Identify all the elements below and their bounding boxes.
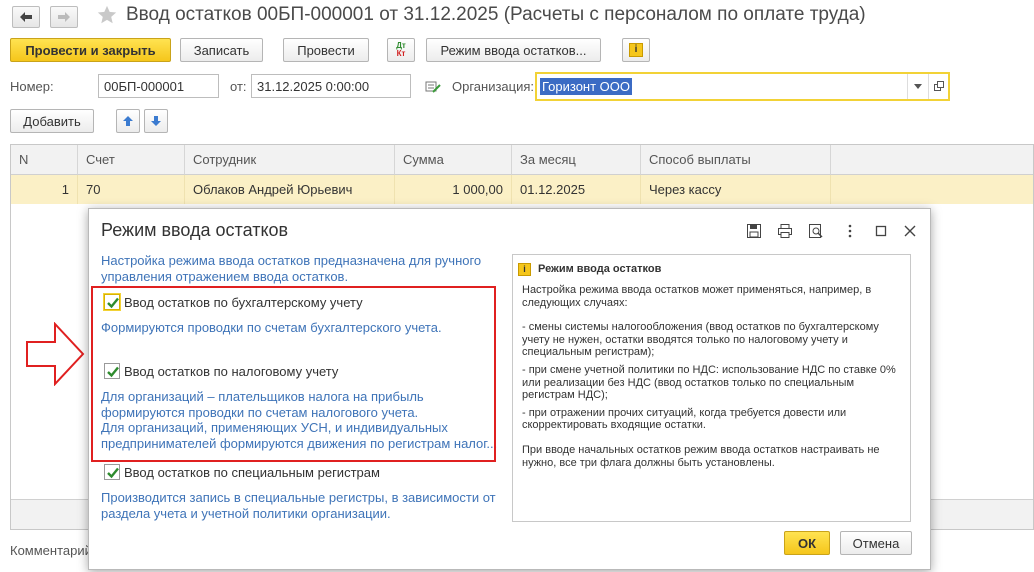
close-icon[interactable] <box>902 223 918 239</box>
comment-label: Комментарий <box>10 543 92 558</box>
help-panel: i Режим ввода остатков Настройка режима … <box>512 254 911 522</box>
organization-dropdown-button[interactable] <box>907 74 927 99</box>
number-label: Номер: <box>10 79 54 94</box>
cell-payment[interactable]: Через кассу <box>641 175 831 204</box>
info-icon: i <box>629 43 643 57</box>
column-header-month[interactable]: За месяц <box>512 145 641 175</box>
document-edit-icon[interactable] <box>425 80 441 97</box>
cell-empty <box>831 175 1033 204</box>
special-registers-description: Производится запись в специальные регист… <box>101 490 496 521</box>
forward-button[interactable] <box>50 6 78 28</box>
dt-kt-button[interactable]: Дт Кт <box>387 38 415 62</box>
move-down-button[interactable] <box>144 109 168 133</box>
save-button[interactable]: Записать <box>180 38 263 62</box>
dt-kt-icon: Дт Кт <box>396 41 406 58</box>
arrow-right-icon <box>58 12 70 22</box>
column-header-payment[interactable]: Способ выплаты <box>641 145 831 175</box>
organization-field[interactable]: Горизонт ООО <box>535 72 950 101</box>
red-arrow-annotation <box>25 321 85 389</box>
column-header-n[interactable]: N <box>11 145 78 175</box>
cell-n[interactable]: 1 <box>11 175 78 204</box>
back-button[interactable] <box>12 6 40 28</box>
column-header-sum[interactable]: Сумма <box>395 145 512 175</box>
favorite-star-icon[interactable] <box>96 4 118 29</box>
special-registers-checkbox-label[interactable]: Ввод остатков по специальным регистрам <box>124 465 380 480</box>
preview-icon[interactable] <box>808 223 824 239</box>
date-field[interactable]: 31.12.2025 0:00:00 <box>251 74 411 98</box>
column-header-employee[interactable]: Сотрудник <box>185 145 395 175</box>
chevron-down-icon <box>914 84 922 89</box>
checkmark-icon <box>107 467 119 479</box>
info-button[interactable]: i <box>622 38 650 62</box>
open-icon <box>934 81 944 91</box>
more-icon[interactable] <box>842 223 858 239</box>
cell-account[interactable]: 70 <box>78 175 185 204</box>
page-title: Ввод остатков 00БП-000001 от 31.12.2025 … <box>126 4 866 25</box>
cancel-button[interactable]: Отмена <box>840 531 912 555</box>
dialog-intro: Настройка режима ввода остатков предназн… <box>101 253 482 284</box>
move-up-button[interactable] <box>116 109 140 133</box>
special-registers-checkbox[interactable] <box>104 464 120 480</box>
balance-mode-button[interactable]: Режим ввода остатков... <box>426 38 601 62</box>
organization-value: Горизонт ООО <box>540 78 633 95</box>
dialog-title: Режим ввода остатков <box>101 220 289 240</box>
column-header-account[interactable]: Счет <box>78 145 185 175</box>
add-row-button[interactable]: Добавить <box>10 109 94 133</box>
cell-month[interactable]: 01.12.2025 <box>512 175 641 204</box>
cell-sum[interactable]: 1 000,00 <box>395 175 512 204</box>
column-header-empty <box>831 145 1033 175</box>
number-field[interactable]: 00БП-000001 <box>98 74 219 98</box>
arrow-up-icon <box>123 116 133 126</box>
maximize-icon[interactable] <box>873 223 889 239</box>
print-icon[interactable] <box>777 223 793 239</box>
date-label: от: <box>230 79 247 94</box>
help-text: Настройка режима ввода остатков может пр… <box>522 284 896 469</box>
organization-label: Организация: <box>452 79 535 94</box>
arrow-down-icon <box>151 116 161 126</box>
save-icon[interactable] <box>746 223 762 239</box>
arrow-left-icon <box>20 12 32 22</box>
red-highlight-annotation <box>91 286 496 462</box>
help-title: Режим ввода остатков <box>538 263 662 275</box>
post-button[interactable]: Провести <box>283 38 369 62</box>
post-and-close-button[interactable]: Провести и закрыть <box>10 38 171 62</box>
cell-employee[interactable]: Облаков Андрей Юрьевич <box>185 175 395 204</box>
info-icon: i <box>518 263 531 276</box>
organization-open-button[interactable] <box>928 74 948 99</box>
ok-button[interactable]: ОК <box>784 531 830 555</box>
